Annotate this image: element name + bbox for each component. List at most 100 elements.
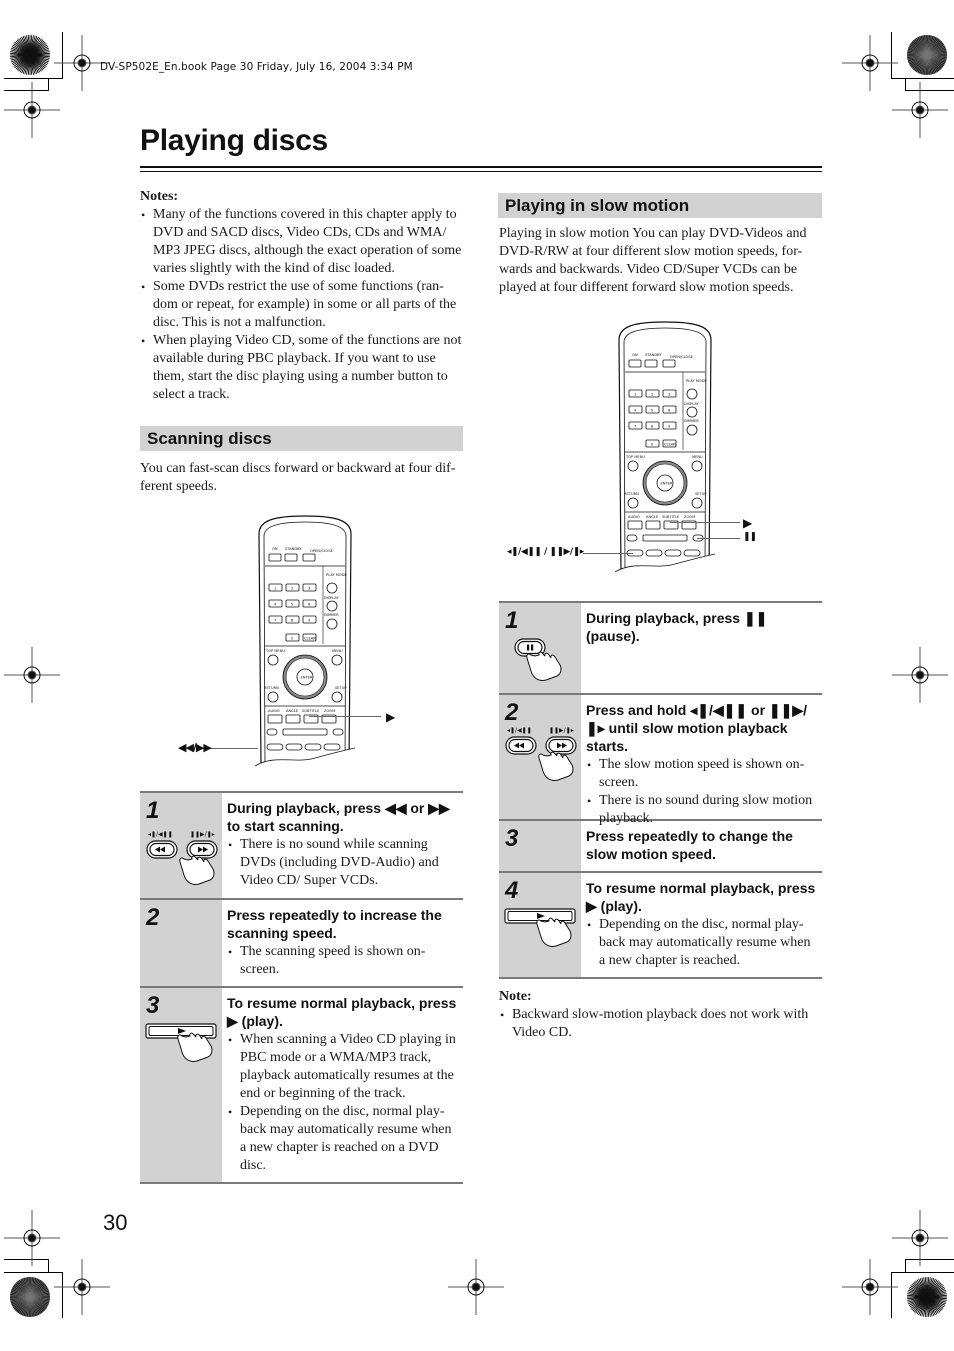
svg-text:MENU: MENU bbox=[692, 455, 703, 459]
crop-mark bbox=[62, 1272, 63, 1318]
crop-mark bbox=[891, 32, 892, 78]
svg-text:1: 1 bbox=[274, 587, 276, 591]
note-item: Backward slow-motion playback does not w… bbox=[499, 1006, 823, 1042]
step-number: 3 bbox=[146, 992, 160, 1019]
registration-starburst-icon bbox=[907, 35, 947, 75]
crop-mark bbox=[891, 1272, 954, 1273]
svg-text:ANGLE: ANGLE bbox=[286, 709, 299, 713]
step-title: Press repeatedly to increase the scannin… bbox=[227, 907, 442, 941]
play-button-press-icon bbox=[145, 1023, 217, 1062]
step-bullet: Depending on the disc, normal play-back … bbox=[586, 916, 818, 970]
svg-text:3: 3 bbox=[668, 393, 670, 397]
title-rule bbox=[140, 166, 822, 168]
slow-buttons-callout: ◂❚/◀❚❚ / ❚❚▶/❚▸ bbox=[507, 547, 584, 557]
svg-text:ON: ON bbox=[632, 353, 638, 357]
play-button-callout: ▶ bbox=[743, 516, 752, 530]
notes-heading: Notes: bbox=[140, 189, 179, 204]
step-title: During playback, press ◀◀ or ▶▶ to start… bbox=[227, 800, 450, 834]
callout-line bbox=[583, 553, 633, 554]
play-button-callout: ▶ bbox=[386, 710, 395, 724]
svg-text:SETUP: SETUP bbox=[335, 686, 347, 690]
svg-text:OPEN/CLOSE: OPEN/CLOSE bbox=[310, 549, 334, 553]
crop-mark bbox=[48, 1259, 49, 1272]
print-header: DV-SP502E_En.book Page 30 Friday, July 1… bbox=[100, 61, 413, 73]
svg-text:7: 7 bbox=[274, 619, 276, 623]
pause-button-press-icon bbox=[514, 638, 562, 681]
step-row: 3 To resume normal playback, press ▶ (pl… bbox=[140, 988, 463, 1184]
step-bullet: There is no sound while scanning DVDs (i… bbox=[227, 836, 459, 890]
svg-text:ON: ON bbox=[272, 547, 278, 551]
registration-starburst-icon bbox=[907, 1277, 947, 1317]
svg-text:❚❚▶/❚▸: ❚❚▶/❚▸ bbox=[190, 831, 215, 838]
svg-text:DIMMER: DIMMER bbox=[324, 613, 339, 617]
svg-text:PLAY MODE: PLAY MODE bbox=[326, 573, 347, 577]
svg-text:OPEN/CLOSE: OPEN/CLOSE bbox=[670, 355, 694, 359]
page-title: Playing discs bbox=[140, 124, 328, 157]
svg-text:ANGLE: ANGLE bbox=[646, 515, 659, 519]
svg-text:DISPLAY: DISPLAY bbox=[684, 402, 700, 406]
svg-text:TOP MENU: TOP MENU bbox=[265, 649, 285, 653]
note-item: Some DVDs restrict the use of some funct… bbox=[140, 278, 464, 332]
step-bullet: Depending on the disc, normal play-back … bbox=[227, 1103, 459, 1175]
registration-starburst-icon bbox=[10, 1277, 50, 1317]
callout-line bbox=[670, 522, 740, 523]
notes-block: Notes: Many of the functions covered in … bbox=[140, 188, 464, 404]
step-bullet: The slow motion speed is shown on-screen… bbox=[586, 756, 818, 792]
crop-mark bbox=[905, 1259, 906, 1272]
svg-text:RETURN: RETURN bbox=[624, 492, 639, 496]
svg-text:3: 3 bbox=[308, 587, 310, 591]
svg-text:ENTER: ENTER bbox=[661, 482, 673, 486]
scanning-intro: You can fast-scan discs forward or backw… bbox=[140, 461, 456, 494]
crop-mark bbox=[905, 1259, 954, 1260]
scan-buttons-press-icon: ◂❚/◀❚❚ ❚❚▶/❚▸ bbox=[146, 831, 218, 885]
svg-text:5: 5 bbox=[291, 603, 293, 607]
svg-text:RETURN: RETURN bbox=[264, 686, 279, 690]
step-number: 1 bbox=[146, 797, 160, 824]
step-title: To resume normal playback, press ▶ (play… bbox=[227, 995, 457, 1029]
scanning-discs-heading: Scanning discs bbox=[140, 426, 463, 451]
step-number: 2 bbox=[505, 699, 519, 726]
svg-text:ENTER: ENTER bbox=[301, 676, 313, 680]
svg-text:◂❚/◀❚❚: ◂❚/◀❚❚ bbox=[507, 727, 532, 734]
step-bullet: When scanning a Video CD playing in PBC … bbox=[227, 1031, 459, 1103]
svg-text:TOP MENU: TOP MENU bbox=[625, 455, 645, 459]
step-number: 2 bbox=[146, 904, 160, 931]
callout-line bbox=[697, 538, 740, 539]
step-title: Press repeatedly to change the slow moti… bbox=[586, 828, 793, 862]
svg-text:PLAY MODE: PLAY MODE bbox=[686, 379, 707, 383]
step-row: 1 During playback, press ❚❚ (pause). bbox=[499, 603, 822, 695]
crop-mark bbox=[4, 1272, 63, 1273]
remote-control-illustration: ON STANDBY OPEN/CLOSE1 2 34 5 67 8 90 CLEARPLAY M… bbox=[615, 321, 715, 572]
play-button-press-icon bbox=[504, 908, 576, 947]
notes-list: Many of the functions covered in this ch… bbox=[140, 206, 464, 404]
scan-buttons-callout: ◀◀/▶▶ bbox=[178, 741, 212, 754]
svg-text:AUDIO: AUDIO bbox=[268, 709, 280, 713]
svg-text:STANDBY: STANDBY bbox=[285, 547, 302, 551]
step-row: 4 To resume normal playback, press ▶ (pl… bbox=[499, 873, 822, 979]
step-title: During playback, press ❚❚ (pause). bbox=[586, 610, 768, 644]
crop-mark bbox=[891, 1272, 892, 1318]
svg-text:CLEAR: CLEAR bbox=[304, 637, 316, 641]
svg-text:AUDIO: AUDIO bbox=[628, 515, 640, 519]
svg-text:STANDBY: STANDBY bbox=[645, 353, 662, 357]
svg-text:ZOOM: ZOOM bbox=[324, 709, 335, 713]
crop-mark bbox=[4, 90, 49, 91]
step-row: 3 Press repeatedly to change the slow mo… bbox=[499, 821, 822, 873]
svg-text:1: 1 bbox=[634, 393, 636, 397]
svg-text:SETUP: SETUP bbox=[695, 492, 707, 496]
slow-motion-heading: Playing in slow motion bbox=[498, 193, 822, 218]
scanning-steps: 1 ◂❚/◀❚❚ ❚❚▶/❚▸ During playback, press ◀… bbox=[140, 791, 463, 1184]
slow-motion-note: Note: Backward slow-motion playback does… bbox=[499, 988, 823, 1042]
step-number: 1 bbox=[505, 607, 519, 634]
svg-text:2: 2 bbox=[291, 587, 293, 591]
step-row: 1 ◂❚/◀❚❚ ❚❚▶/❚▸ During playback, press ◀… bbox=[140, 793, 463, 900]
crop-mark bbox=[4, 1259, 49, 1260]
svg-text:5: 5 bbox=[651, 409, 653, 413]
step-title: To resume normal playback, press ▶ (play… bbox=[586, 880, 816, 914]
remote-control-illustration: ON STANDBY OPEN/CLOSE1 2 34 5 67 8 90 CLEARPLAY M… bbox=[255, 515, 355, 766]
step-bullet: There is no sound during slow motion pla… bbox=[586, 792, 818, 828]
svg-text:ZOOM: ZOOM bbox=[684, 515, 695, 519]
step-row: 2 Press repeatedly to increase the scann… bbox=[140, 900, 463, 988]
note-item: When playing Video CD, some of the funct… bbox=[140, 332, 464, 404]
slow-buttons-press-icon: ◂❚/◀❚❚ ❚❚▶/❚▸ bbox=[505, 727, 577, 781]
